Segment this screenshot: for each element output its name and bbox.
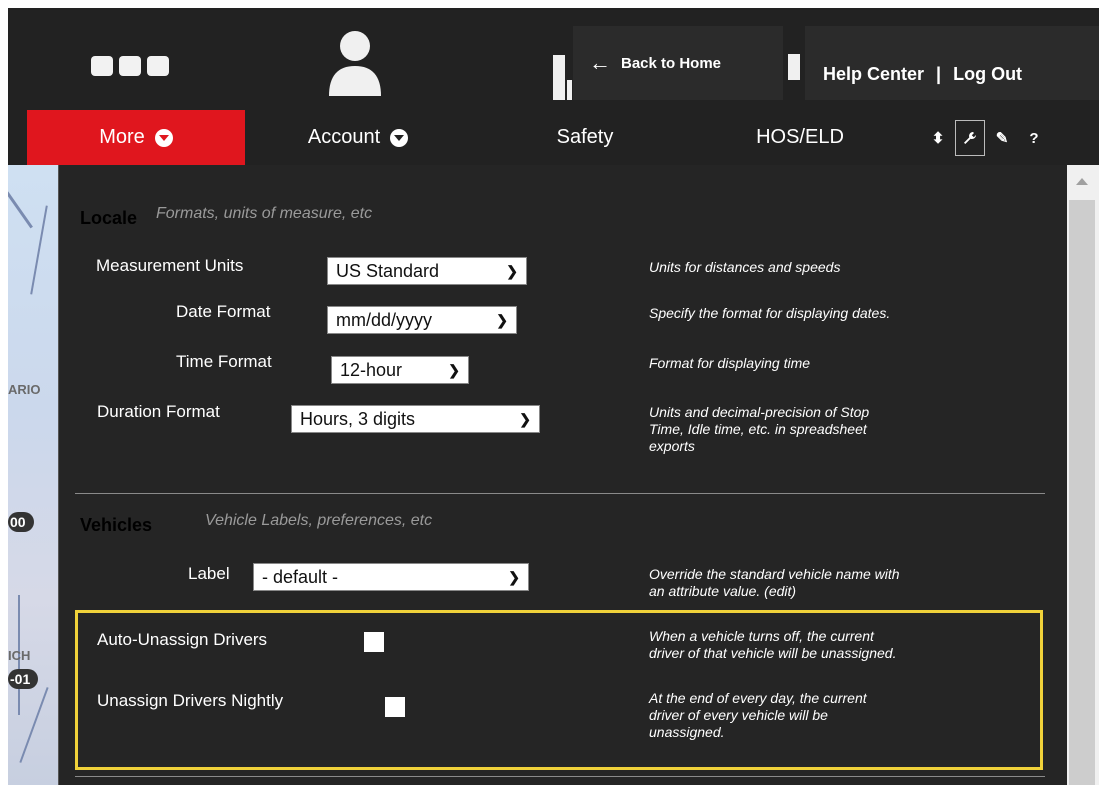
- time-format-select[interactable]: 12-hour ❯: [331, 356, 469, 384]
- time-format-value: 12-hour: [340, 359, 403, 380]
- help-center-link[interactable]: Help Center: [823, 64, 924, 85]
- unassign-nightly-label: Unassign Drivers Nightly: [97, 691, 284, 710]
- vehicle-label-label: Label: [188, 564, 230, 583]
- scroll-up-icon[interactable]: [1076, 178, 1088, 185]
- chevron-down-icon: ❯: [448, 361, 460, 378]
- locale-hint: Formats, units of measure, etc: [156, 205, 373, 222]
- pencil-icon[interactable]: ✎: [987, 120, 1017, 156]
- auto-unassign-label: Auto-Unassign Drivers: [97, 630, 268, 649]
- auto-unassign-description: When a vehicle turns off, the current dr…: [649, 628, 896, 662]
- duration-format-label: Duration Format: [97, 402, 220, 421]
- chevron-down-icon: [154, 128, 173, 147]
- auto-unassign-checkbox[interactable]: [364, 632, 384, 652]
- time-format-description: Format for displaying time: [649, 355, 811, 371]
- description-line: At the end of every day, the current: [649, 690, 867, 706]
- unassign-nightly-description: At the end of every day, the current dri…: [649, 690, 867, 741]
- back-to-home-label: Back to Home: [621, 54, 722, 72]
- chevron-down-icon: ❯: [506, 262, 518, 279]
- nav-safety-label: Safety: [556, 126, 614, 148]
- vehicle-label-select[interactable]: - default - ❯: [253, 563, 529, 591]
- measurement-units-label: Measurement Units: [96, 256, 244, 275]
- reports-icon[interactable]: [553, 55, 565, 100]
- help-box: [805, 26, 1099, 100]
- description-line: driver of every vehicle will be: [649, 707, 828, 723]
- nav-more-label: More: [99, 126, 145, 148]
- measurement-units-description: Units for distances and speeds: [649, 259, 841, 275]
- chevron-down-icon: ❯: [508, 568, 520, 585]
- vehicle-label-description: Override the standard vehicle name with …: [649, 566, 900, 600]
- date-format-description: Specify the format for displaying dates.: [649, 305, 891, 321]
- description-line: driver of that vehicle will be unassigne…: [649, 645, 897, 661]
- link-separator: |: [936, 64, 942, 84]
- nav-hos-eld[interactable]: HOS/ELD: [720, 110, 880, 165]
- duration-format-select[interactable]: Hours, 3 digits ❯: [291, 405, 540, 433]
- page-margin-left: [0, 0, 8, 785]
- chevron-down-icon: ❯: [496, 311, 508, 328]
- date-format-value: mm/dd/yyyy: [336, 309, 433, 330]
- map-marker-badge[interactable]: -01: [8, 669, 39, 689]
- map-label: ICH: [8, 648, 31, 663]
- date-format-label: Date Format: [176, 302, 271, 321]
- section-divider: [75, 776, 1045, 777]
- description-line: exports: [649, 438, 695, 454]
- wrench-icon[interactable]: [955, 120, 985, 156]
- description-line: Units and decimal-precision of Stop: [649, 404, 870, 420]
- locale-title: Locale: [80, 208, 138, 228]
- sort-icon[interactable]: ⬍: [923, 120, 953, 156]
- unassign-nightly-checkbox[interactable]: [385, 697, 405, 717]
- description-line: an attribute value. (edit): [649, 583, 797, 599]
- nav-more[interactable]: More: [27, 110, 245, 165]
- chevron-down-icon: ❯: [519, 410, 531, 427]
- map-marker-badge[interactable]: 00: [8, 512, 34, 532]
- time-format-label: Time Format: [176, 352, 272, 371]
- description-line: Override the standard vehicle name with: [649, 566, 900, 582]
- vehicles-title: Vehicles: [80, 515, 153, 535]
- user-icon[interactable]: [326, 28, 384, 100]
- description-line: unassigned.: [649, 724, 725, 740]
- header-icon: [788, 54, 800, 80]
- help-icon[interactable]: ?: [1019, 120, 1049, 156]
- duration-format-description: Units and decimal-precision of Stop Time…: [649, 404, 869, 455]
- map-label: ARIO: [8, 382, 41, 397]
- back-to-home-button[interactable]: ← Back to Home: [573, 26, 783, 100]
- measurement-units-value: US Standard: [336, 260, 440, 281]
- measurement-units-select[interactable]: US Standard ❯: [327, 257, 527, 285]
- nav-hos-label: HOS/ELD: [756, 126, 844, 148]
- nav-account[interactable]: Account: [268, 110, 448, 165]
- log-out-link[interactable]: Log Out: [953, 64, 1022, 85]
- nav-safety[interactable]: Safety: [520, 110, 650, 165]
- chevron-down-icon: [390, 128, 409, 147]
- scrollbar-thumb[interactable]: [1069, 200, 1095, 785]
- description-line: When a vehicle turns off, the current: [649, 628, 874, 644]
- nav-account-label: Account: [307, 126, 381, 148]
- vehicle-label-value: - default -: [262, 566, 339, 587]
- back-arrow-icon: ←: [589, 50, 611, 75]
- page-margin-top: [0, 0, 1099, 8]
- help-links: Help Center | Log Out: [823, 64, 1022, 85]
- section-divider: [75, 493, 1045, 494]
- reports-icon-bar: [567, 80, 572, 100]
- map-background[interactable]: [8, 165, 58, 785]
- apps-icon[interactable]: [91, 56, 169, 76]
- duration-format-value: Hours, 3 digits: [300, 408, 416, 429]
- description-line: Time, Idle time, etc. in spreadsheet: [649, 421, 867, 437]
- date-format-select[interactable]: mm/dd/yyyy ❯: [327, 306, 517, 334]
- vehicles-hint: Vehicle Labels, preferences, etc: [205, 512, 433, 529]
